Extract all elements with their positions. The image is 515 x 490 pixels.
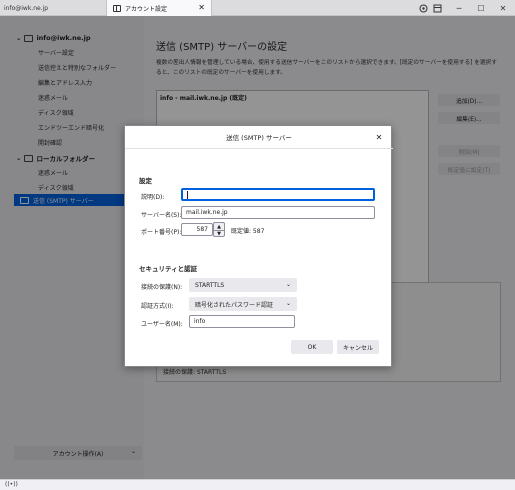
tab-account-settings[interactable]: アカウント設定 ✕	[106, 0, 212, 16]
maximize-button[interactable]: ☐	[470, 0, 492, 16]
port-field[interactable]: 587	[181, 223, 213, 236]
server-name-field[interactable]: mail.iwk.ne.jp	[181, 206, 375, 219]
username-field[interactable]: info	[189, 315, 295, 328]
settings-tab-icon	[113, 4, 121, 12]
minimize-button[interactable]: ─	[448, 0, 470, 16]
port-default-value: 既定値: 587	[231, 228, 265, 235]
port-stepper[interactable]: ▲ ▼	[213, 222, 225, 237]
chevron-up-icon[interactable]: ▲	[214, 223, 224, 230]
activity-icon[interactable]	[416, 0, 430, 16]
ok-button[interactable]: OK	[291, 340, 333, 354]
auth-method-value: 暗号化されたパスワード認証	[195, 301, 274, 309]
connection-security-value: STARTTLS	[195, 281, 225, 289]
tab-bar: info@iwk.ne.jp アカウント設定 ✕ ─ ☐ ✕	[0, 0, 515, 16]
port-label: ポート番号(P):	[141, 229, 182, 236]
chevron-down-icon: ⌄	[285, 300, 291, 307]
cancel-button[interactable]: キャンセル	[337, 340, 379, 354]
status-bar: ((•))	[0, 479, 515, 490]
server-name-label: サーバー名(S):	[141, 212, 182, 219]
dialog-divider	[125, 148, 393, 149]
smtp-server-dialog: 送信 (SMTP) サーバー ✕ 設定 説明(D): サーバー名(S): mai…	[124, 125, 393, 367]
tab-mail-label: info@iwk.ne.jp	[4, 4, 49, 12]
description-label: 説明(D):	[141, 194, 165, 201]
settings-heading: 設定	[139, 177, 152, 185]
security-heading: セキュリティと認証	[139, 265, 198, 273]
calendar-icon[interactable]	[430, 0, 444, 16]
username-value: info	[194, 318, 206, 325]
auth-method-select[interactable]: 暗号化されたパスワード認証 ⌄	[189, 297, 297, 311]
chevron-down-icon: ⌄	[285, 281, 291, 288]
description-field[interactable]	[181, 188, 375, 201]
dialog-title: 送信 (SMTP) サーバー	[226, 134, 292, 142]
chevron-down-icon[interactable]: ▼	[214, 230, 224, 237]
port-value: 587	[196, 226, 208, 233]
close-window-button[interactable]: ✕	[492, 0, 514, 16]
username-label: ユーザー名(M):	[141, 321, 183, 328]
tab-account-settings-label: アカウント設定	[125, 5, 168, 13]
text-caret	[187, 190, 188, 199]
server-name-value: mail.iwk.ne.jp	[186, 209, 228, 216]
close-icon[interactable]: ✕	[373, 131, 385, 143]
close-tab-icon[interactable]: ✕	[198, 3, 205, 12]
tab-mail[interactable]: info@iwk.ne.jp	[0, 0, 106, 16]
connection-security-select[interactable]: STARTTLS ⌄	[189, 278, 297, 292]
auth-method-label: 認証方式(I):	[141, 303, 174, 310]
connection-security-label: 接続の保護(N):	[141, 284, 183, 291]
online-status-icon[interactable]: ((•))	[5, 481, 18, 488]
